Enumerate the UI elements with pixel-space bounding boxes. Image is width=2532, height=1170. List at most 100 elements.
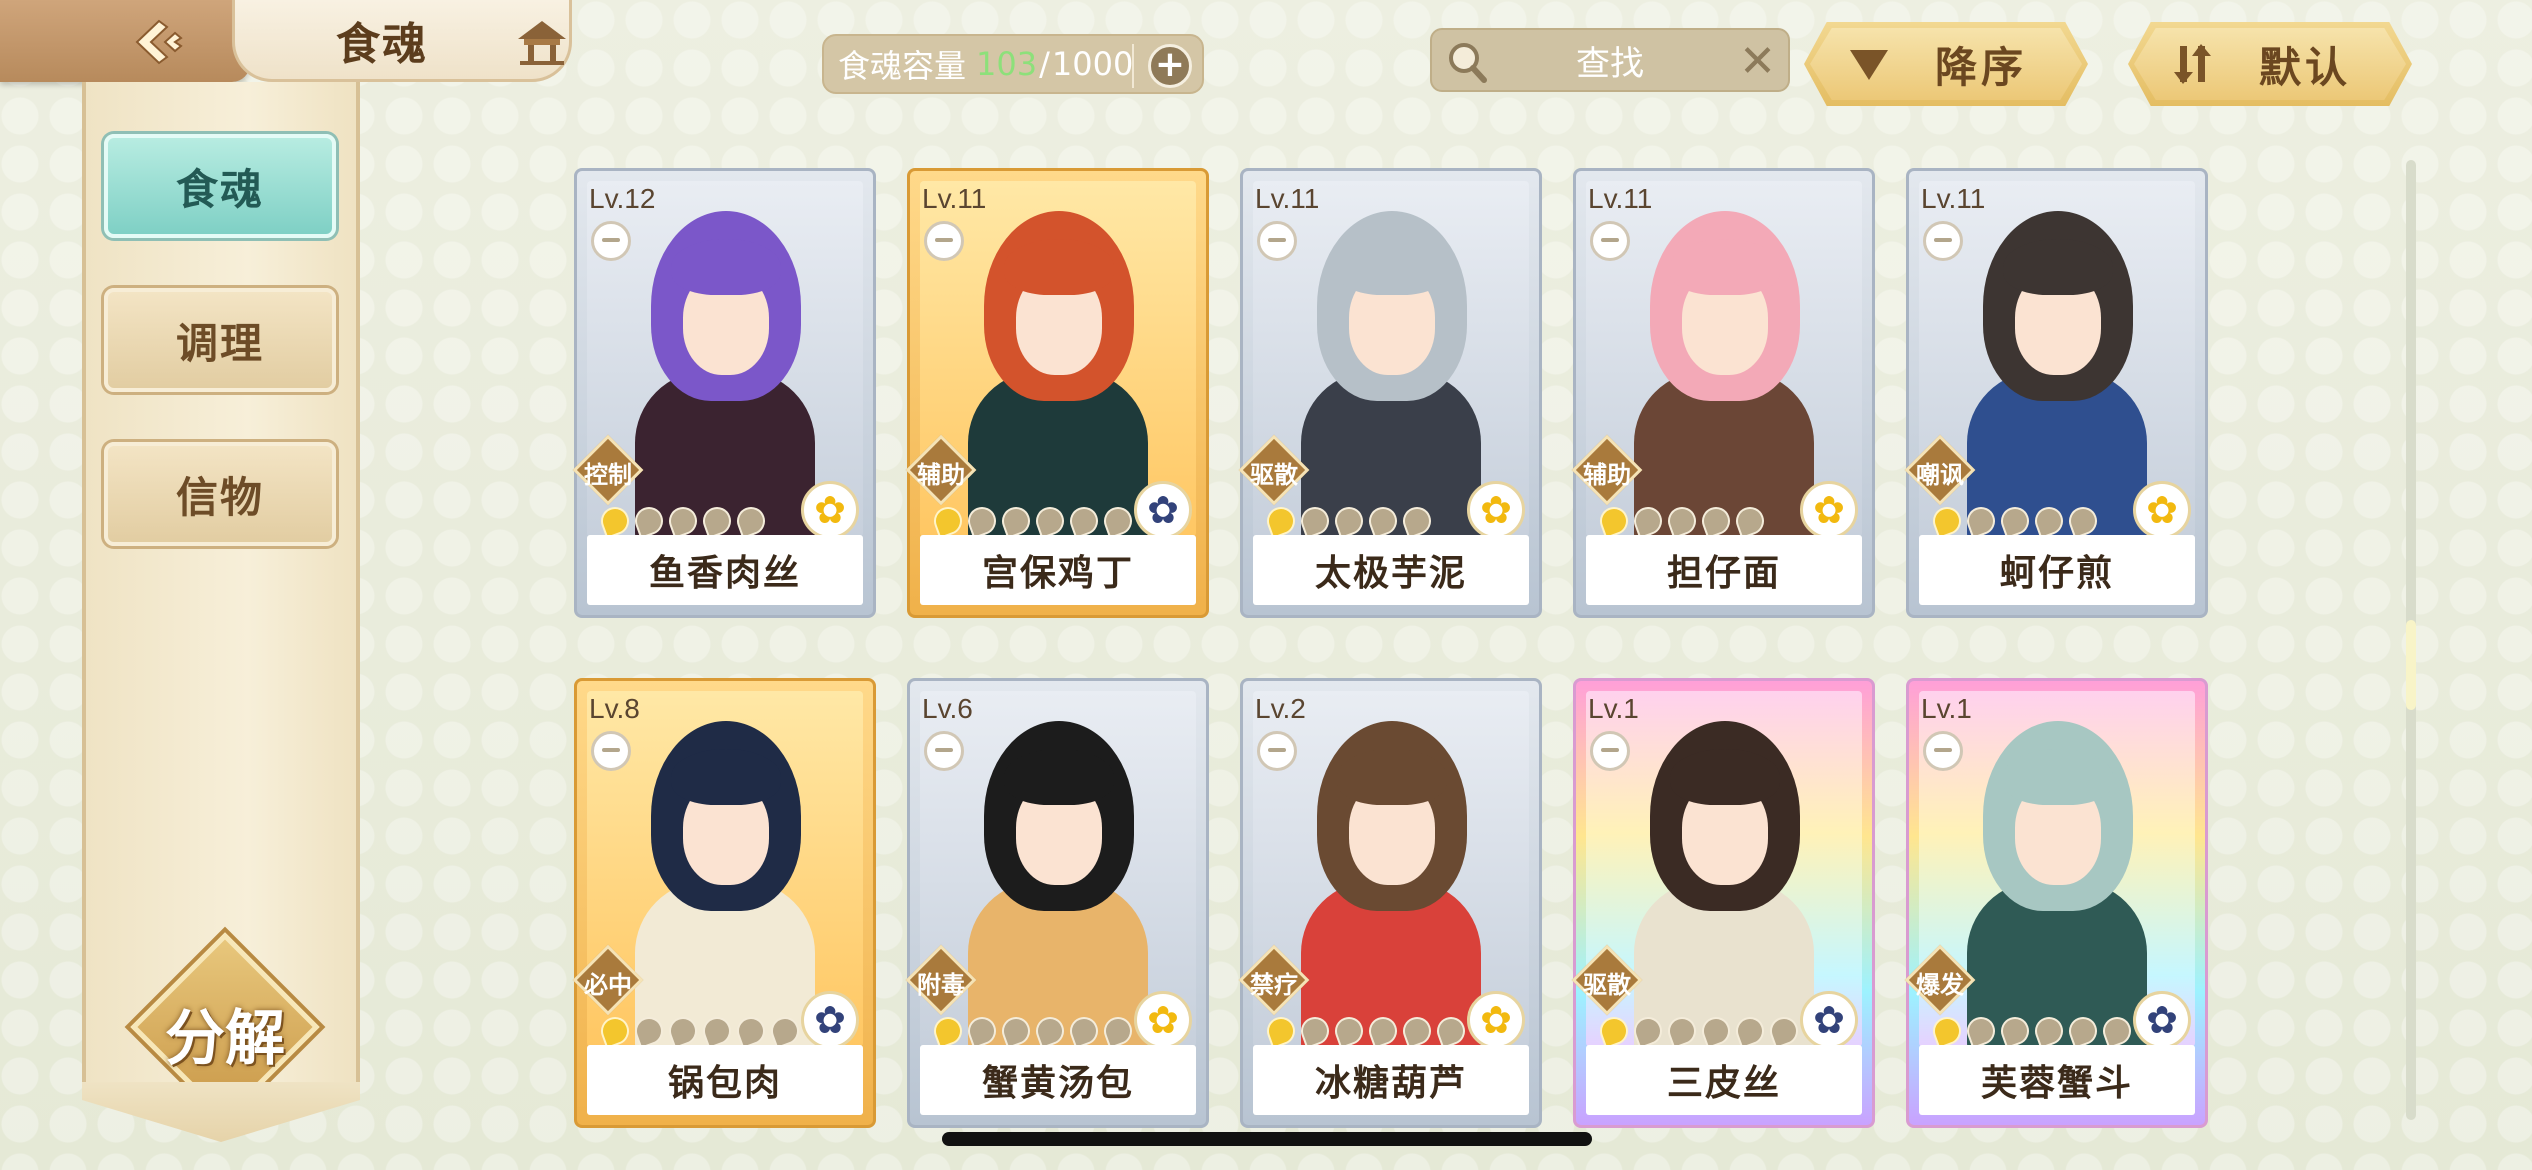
flame-star-icon <box>2031 1013 2067 1049</box>
back-button[interactable] <box>128 14 194 70</box>
add-capacity-button[interactable]: + <box>1148 44 1192 88</box>
flame-star-icon <box>699 1013 735 1049</box>
flame-star-icon <box>1732 1013 1768 1049</box>
scrollbar-thumb[interactable] <box>2406 620 2416 710</box>
card-name: 冰糖葫芦 <box>1253 1045 1529 1115</box>
sort-order-button[interactable]: 降序 <box>1804 22 2088 106</box>
flame-star-icon <box>1263 1013 1299 1049</box>
flame-star-icon <box>767 1013 803 1049</box>
back-tab <box>0 0 250 82</box>
food-soul-card[interactable]: Lv.1 驱散 ✿ 三皮丝 <box>1571 678 1875 1128</box>
flame-star-icon <box>1433 1013 1469 1049</box>
flame-star-icon <box>631 1013 667 1049</box>
flame-star-icon <box>1066 503 1102 539</box>
bowl-icon <box>1923 731 1963 771</box>
flame-star-icon <box>1997 503 2033 539</box>
flame-star-icon <box>1997 1013 2033 1049</box>
flower-emblem-icon: ✿ <box>2133 481 2191 539</box>
character-bangs <box>1004 239 1114 295</box>
scrollbar[interactable] <box>2406 160 2416 1120</box>
role-badge: 辅助 <box>1571 434 1643 506</box>
card-name: 三皮丝 <box>1586 1045 1862 1115</box>
pavilion-icon <box>518 21 566 65</box>
capacity-separator: / <box>1039 45 1050 83</box>
flame-star-icon <box>1664 503 1700 539</box>
flame-star-icon <box>1929 1013 1965 1049</box>
flame-star-icon <box>1596 1013 1632 1049</box>
card-level: Lv.11 <box>1255 183 1320 214</box>
flower-emblem-icon: ✿ <box>1134 991 1192 1049</box>
sidebar-item-tokens[interactable]: 信物 <box>104 442 336 546</box>
food-soul-card[interactable]: Lv.12 控制 ✿ 鱼香肉丝 <box>572 168 876 618</box>
card-name: 蚵仔煎 <box>1919 535 2195 605</box>
sort-mode-label: 默认 <box>2258 42 2351 92</box>
flame-star-icon <box>930 1013 966 1049</box>
character-bangs <box>671 239 781 295</box>
flame-star-icon <box>930 503 966 539</box>
search-box[interactable]: 查找 ✕ <box>1430 28 1790 92</box>
flame-star-icon <box>998 1013 1034 1049</box>
flame-star-icon <box>1297 1013 1333 1049</box>
role-badge: 控制 <box>572 434 644 506</box>
food-soul-card[interactable]: Lv.11 辅助 ✿ 宫保鸡丁 <box>905 168 1209 618</box>
flame-star-icon <box>1100 503 1136 539</box>
food-soul-card[interactable]: Lv.11 辅助 ✿ 担仔面 <box>1571 168 1875 618</box>
role-badge: 附毒 <box>905 944 977 1016</box>
star-rating <box>597 1013 803 1049</box>
card-name: 芙蓉蟹斗 <box>1919 1045 2195 1115</box>
card-level: Lv.12 <box>589 183 656 214</box>
flame-star-icon <box>1596 503 1632 539</box>
flame-star-icon <box>964 503 1000 539</box>
star-rating <box>1263 503 1435 539</box>
sidebar-item-label: 调理 <box>175 318 264 368</box>
bowl-icon <box>1590 221 1630 261</box>
flame-star-icon <box>2065 503 2101 539</box>
flame-star-icon <box>1032 503 1068 539</box>
flame-star-icon <box>1698 1013 1734 1049</box>
capacity-current: 103 <box>976 45 1038 83</box>
flame-star-icon <box>1963 1013 1999 1049</box>
card-level: Lv.1 <box>1921 693 1972 724</box>
card-name: 担仔面 <box>1586 535 1862 605</box>
flame-star-icon <box>2099 1013 2135 1049</box>
role-label: 驱散 <box>1250 461 1298 489</box>
food-soul-card[interactable]: Lv.6 附毒 ✿ 蟹黄汤包 <box>905 678 1209 1128</box>
flame-star-icon <box>1032 1013 1068 1049</box>
role-badge: 必中 <box>572 944 644 1016</box>
capacity-max: 1000 <box>1051 45 1134 83</box>
card-level: Lv.2 <box>1255 693 1306 724</box>
food-soul-card[interactable]: Lv.2 禁疗 ✿ 冰糖葫芦 <box>1238 678 1542 1128</box>
flower-emblem-icon: ✿ <box>1134 481 1192 539</box>
role-label: 辅助 <box>1583 461 1631 489</box>
home-button[interactable] <box>510 14 574 70</box>
character-bangs <box>1337 239 1447 295</box>
sort-mode-button[interactable]: 默认 <box>2128 22 2412 106</box>
food-soul-card[interactable]: Lv.8 必中 ✿ 锅包肉 <box>572 678 876 1128</box>
flame-star-icon <box>733 503 769 539</box>
card-level: Lv.11 <box>1588 183 1653 214</box>
card-level: Lv.1 <box>1588 693 1639 724</box>
card-name: 宫保鸡丁 <box>920 535 1196 605</box>
card-level: Lv.11 <box>922 183 987 214</box>
role-label: 必中 <box>584 971 632 999</box>
home-indicator[interactable] <box>942 1132 1592 1146</box>
food-soul-card[interactable]: Lv.11 嘲讽 ✿ 蚵仔煎 <box>1904 168 2208 618</box>
clear-search-icon[interactable]: ✕ <box>1739 36 1776 87</box>
search-input[interactable]: 查找 <box>1576 36 1644 85</box>
food-soul-card[interactable]: Lv.1 爆发 ✿ 芙蓉蟹斗 <box>1904 678 2208 1128</box>
flame-star-icon <box>631 503 667 539</box>
sidebar-item-food-souls[interactable]: 食魂 <box>104 134 336 238</box>
star-rating <box>930 503 1136 539</box>
flame-star-icon <box>1066 1013 1102 1049</box>
flower-emblem-icon: ✿ <box>2133 991 2191 1049</box>
star-rating <box>1596 1013 1802 1049</box>
back-arrow-icon <box>135 19 183 65</box>
food-soul-card[interactable]: Lv.11 驱散 ✿ 太极芋泥 <box>1238 168 1542 618</box>
decompose-button[interactable]: 分解 <box>130 932 320 1122</box>
character-bangs <box>1670 749 1780 805</box>
flame-star-icon <box>2031 503 2067 539</box>
flame-star-icon <box>998 503 1034 539</box>
sort-order-label: 降序 <box>1934 42 2027 92</box>
sidebar-item-conditioning[interactable]: 调理 <box>104 288 336 392</box>
bowl-icon <box>591 221 631 261</box>
